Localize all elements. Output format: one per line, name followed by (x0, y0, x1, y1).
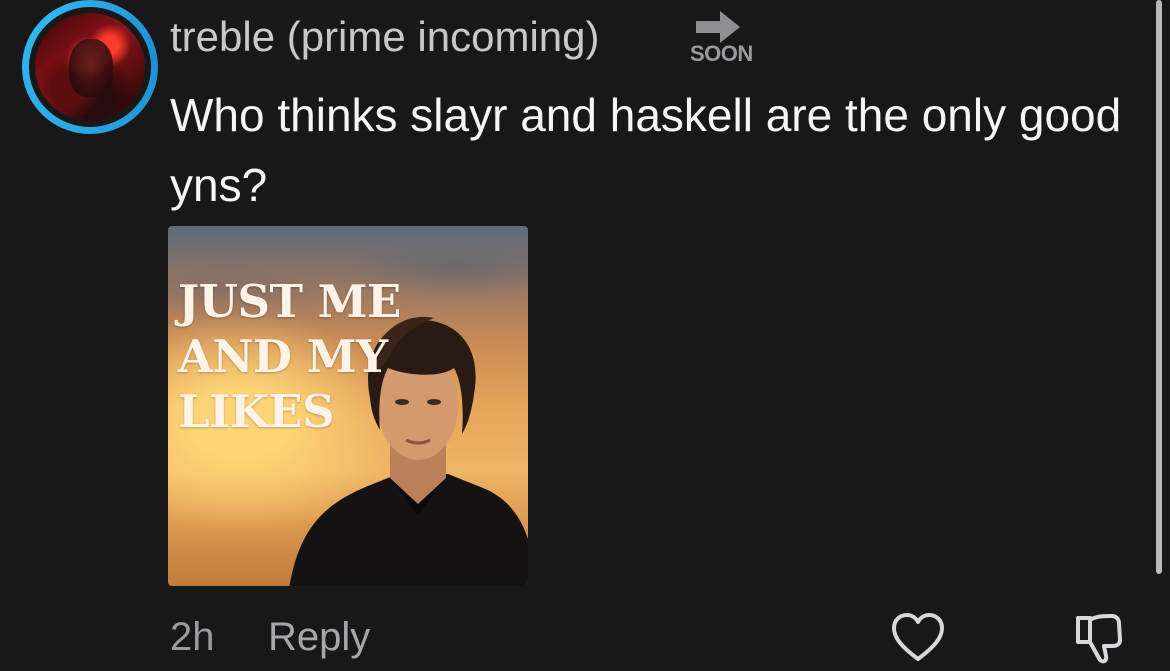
cover-title-line: LIKES (178, 385, 335, 438)
like-button[interactable] (890, 612, 946, 664)
comment: treble (prime incoming) SOON Who thinks … (0, 0, 1170, 668)
cover-title-line: JUST ME (178, 275, 401, 328)
timestamp: 2h (170, 615, 215, 659)
comment-text: Who thinks slayr and haskell are the onl… (170, 89, 1122, 211)
heart-icon (892, 613, 944, 661)
cover-title: JUST ME AND MY LIKES (178, 274, 428, 439)
image-attachment[interactable]: JUST ME AND MY LIKES (168, 226, 528, 586)
arrow-right-icon (696, 11, 740, 43)
scrollbar[interactable] (1156, 0, 1162, 574)
username[interactable]: treble (prime incoming) (170, 12, 599, 62)
dislike-button[interactable] (1070, 610, 1126, 666)
reply-button[interactable]: Reply (268, 612, 370, 662)
badge-label: SOON (690, 41, 753, 66)
cover-title-line: AND MY (178, 330, 388, 383)
avatar[interactable] (22, 0, 158, 134)
soon-badge: SOON (688, 10, 753, 66)
thumbs-down-icon (1076, 614, 1122, 664)
avatar-image (35, 13, 145, 121)
